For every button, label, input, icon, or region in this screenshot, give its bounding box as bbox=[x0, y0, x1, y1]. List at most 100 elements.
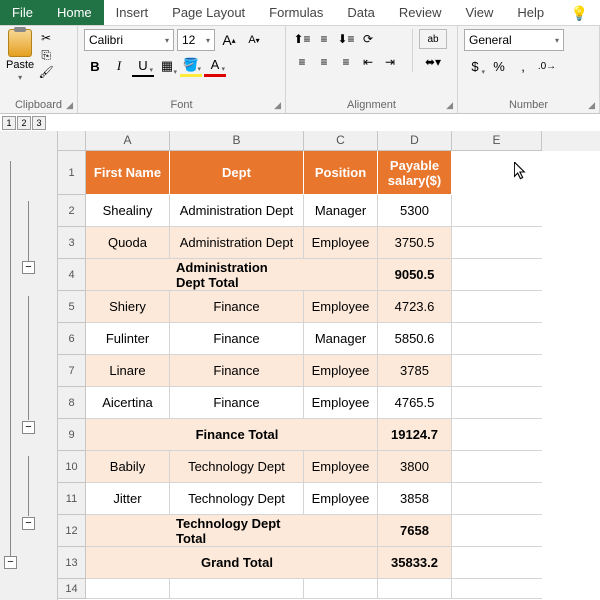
cell[interactable] bbox=[452, 259, 542, 291]
cell-salary[interactable]: 4765.5 bbox=[378, 387, 452, 419]
cell[interactable] bbox=[86, 547, 170, 579]
wrap-text-button[interactable]: ab bbox=[419, 29, 447, 49]
cell[interactable] bbox=[452, 355, 542, 387]
cell-dept[interactable]: Administration Dept bbox=[170, 195, 304, 227]
header-first-name[interactable]: First Name bbox=[86, 151, 170, 195]
align-right-icon[interactable]: ≡ bbox=[336, 52, 356, 72]
cell-first-name[interactable]: Fulinter bbox=[86, 323, 170, 355]
align-middle-icon[interactable]: ≡ bbox=[314, 29, 334, 49]
total-label[interactable]: Technology Dept Total bbox=[170, 515, 304, 547]
font-size-select[interactable]: 12▾ bbox=[177, 29, 215, 51]
tab-home[interactable]: Home bbox=[45, 0, 104, 25]
col-header-E[interactable]: E bbox=[452, 131, 542, 151]
col-header-A[interactable]: A bbox=[86, 131, 170, 151]
header-dept[interactable]: Dept bbox=[170, 151, 304, 195]
copy-icon[interactable]: ⎘ bbox=[38, 48, 54, 62]
font-launcher-icon[interactable]: ◢ bbox=[274, 100, 281, 111]
cell[interactable] bbox=[86, 515, 170, 547]
cell-salary[interactable]: 3858 bbox=[378, 483, 452, 515]
cell[interactable] bbox=[452, 195, 542, 227]
row-header[interactable]: 6 bbox=[58, 323, 86, 355]
comma-button[interactable]: , bbox=[512, 55, 534, 77]
cell[interactable] bbox=[452, 547, 542, 579]
number-format-select[interactable]: General▾ bbox=[464, 29, 564, 51]
row-header[interactable]: 13 bbox=[58, 547, 86, 579]
underline-button[interactable]: U bbox=[132, 55, 154, 77]
font-color-button[interactable]: A bbox=[204, 55, 226, 77]
row-header[interactable]: 11 bbox=[58, 483, 86, 515]
align-left-icon[interactable]: ≡ bbox=[292, 52, 312, 72]
alignment-launcher-icon[interactable]: ◢ bbox=[446, 100, 453, 111]
row-header[interactable]: 5 bbox=[58, 291, 86, 323]
decrease-font-icon[interactable]: A▾ bbox=[243, 29, 265, 51]
cell-position[interactable]: Manager bbox=[304, 323, 378, 355]
cell-first-name[interactable]: Shealiny bbox=[86, 195, 170, 227]
cell-position[interactable]: Employee bbox=[304, 451, 378, 483]
cell-first-name[interactable]: Aicertina bbox=[86, 387, 170, 419]
cell-dept[interactable]: Finance bbox=[170, 355, 304, 387]
cell-salary[interactable]: 5300 bbox=[378, 195, 452, 227]
total-value[interactable]: 35833.2 bbox=[378, 547, 452, 579]
decrease-indent-icon[interactable]: ⇤ bbox=[358, 52, 378, 72]
total-value[interactable]: 19124.7 bbox=[378, 419, 452, 451]
number-launcher-icon[interactable]: ◢ bbox=[588, 100, 595, 111]
cell[interactable] bbox=[170, 579, 304, 599]
tab-formulas[interactable]: Formulas bbox=[257, 0, 335, 25]
clipboard-launcher-icon[interactable]: ◢ bbox=[66, 100, 73, 111]
italic-button[interactable]: I bbox=[108, 55, 130, 77]
header-position[interactable]: Position bbox=[304, 151, 378, 195]
cell-first-name[interactable]: Quoda bbox=[86, 227, 170, 259]
total-label[interactable]: Grand Total bbox=[170, 547, 304, 579]
fill-color-button[interactable]: 🪣 bbox=[180, 55, 202, 77]
cell[interactable] bbox=[304, 579, 378, 599]
paste-label[interactable]: Paste bbox=[6, 59, 34, 71]
accounting-format-button[interactable]: $ bbox=[464, 55, 486, 77]
paste-dropdown-icon[interactable]: ▾ bbox=[18, 73, 22, 82]
row-header[interactable]: 2 bbox=[58, 195, 86, 227]
cell[interactable] bbox=[378, 579, 452, 599]
cell-salary[interactable]: 3750.5 bbox=[378, 227, 452, 259]
format-painter-icon[interactable]: 🖌 bbox=[38, 65, 54, 79]
outline-level-1[interactable]: 1 bbox=[2, 116, 16, 130]
cell-first-name[interactable]: Shiery bbox=[86, 291, 170, 323]
outline-collapse-grand[interactable]: − bbox=[4, 556, 17, 569]
cell-first-name[interactable]: Babily bbox=[86, 451, 170, 483]
align-bottom-icon[interactable]: ⬇≡ bbox=[336, 29, 356, 49]
cell-position[interactable]: Employee bbox=[304, 227, 378, 259]
total-label[interactable]: Administration Dept Total bbox=[170, 259, 304, 291]
font-name-select[interactable]: Calibri▾ bbox=[84, 29, 174, 51]
tab-data[interactable]: Data bbox=[335, 0, 386, 25]
select-all-triangle[interactable] bbox=[58, 131, 86, 151]
row-header[interactable]: 4 bbox=[58, 259, 86, 291]
total-label[interactable]: Finance Total bbox=[170, 419, 304, 451]
cell[interactable] bbox=[304, 259, 378, 291]
outline-level-3[interactable]: 3 bbox=[32, 116, 46, 130]
align-top-icon[interactable]: ⬆≡ bbox=[292, 29, 312, 49]
row-header[interactable]: 8 bbox=[58, 387, 86, 419]
cell[interactable] bbox=[304, 547, 378, 579]
percent-button[interactable]: % bbox=[488, 55, 510, 77]
cell-dept[interactable]: Administration Dept bbox=[170, 227, 304, 259]
cell-dept[interactable]: Finance bbox=[170, 387, 304, 419]
cell[interactable] bbox=[452, 419, 542, 451]
increase-decimal-button[interactable]: .0→ bbox=[536, 55, 558, 77]
cell[interactable] bbox=[304, 515, 378, 547]
tab-insert[interactable]: Insert bbox=[104, 0, 161, 25]
cell[interactable] bbox=[452, 515, 542, 547]
cell-dept[interactable]: Finance bbox=[170, 323, 304, 355]
cell[interactable] bbox=[452, 387, 542, 419]
cell-dept[interactable]: Technology Dept bbox=[170, 483, 304, 515]
cell-position[interactable]: Manager bbox=[304, 195, 378, 227]
cell[interactable] bbox=[452, 323, 542, 355]
row-header[interactable]: 14 bbox=[58, 579, 86, 599]
cell-position[interactable]: Employee bbox=[304, 291, 378, 323]
cell[interactable] bbox=[304, 419, 378, 451]
total-value[interactable]: 9050.5 bbox=[378, 259, 452, 291]
cell-position[interactable]: Employee bbox=[304, 387, 378, 419]
increase-font-icon[interactable]: A▴ bbox=[218, 29, 240, 51]
tab-page-layout[interactable]: Page Layout bbox=[160, 0, 257, 25]
row-header[interactable]: 10 bbox=[58, 451, 86, 483]
cell[interactable] bbox=[86, 259, 170, 291]
cell[interactable] bbox=[86, 579, 170, 599]
cell-salary[interactable]: 4723.6 bbox=[378, 291, 452, 323]
